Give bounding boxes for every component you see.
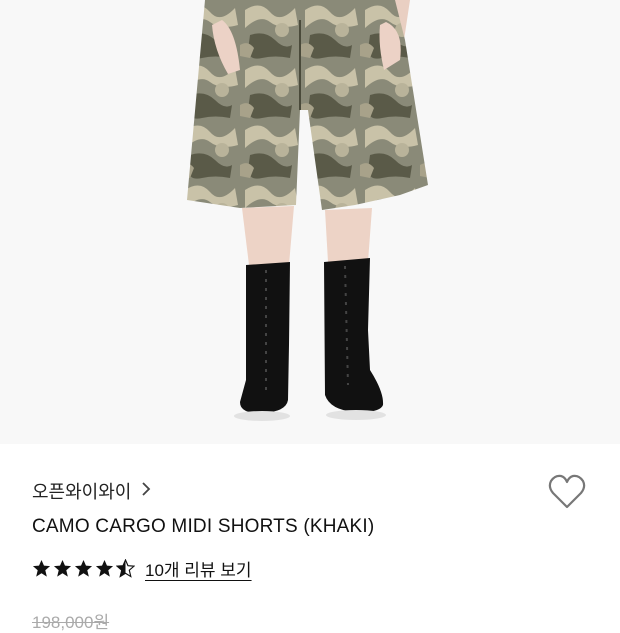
product-photo	[187, 0, 428, 421]
heart-outline-icon	[548, 474, 586, 509]
product-info: 오픈와이와이 CAMO CARGO MIDI SHORTS (KHAKI) 10…	[0, 444, 620, 632]
star-full-icon	[32, 559, 51, 577]
brand-link[interactable]: 오픈와이와이	[32, 478, 151, 504]
product-title: CAMO CARGO MIDI SHORTS (KHAKI)	[32, 516, 375, 537]
star-full-icon	[53, 559, 72, 577]
product-image[interactable]	[0, 0, 620, 444]
star-half-icon	[116, 559, 135, 578]
star-full-icon	[74, 559, 93, 577]
wishlist-button[interactable]	[548, 474, 586, 510]
brand-name: 오픈와이와이	[32, 482, 132, 502]
chevron-right-icon	[141, 481, 151, 501]
review-link[interactable]: 10개 리뷰 보기	[145, 556, 252, 581]
rating-stars	[32, 559, 135, 578]
original-price: 198,000원	[32, 613, 110, 632]
rating-row: 10개 리뷰 보기	[32, 556, 252, 581]
star-full-icon	[95, 559, 114, 577]
